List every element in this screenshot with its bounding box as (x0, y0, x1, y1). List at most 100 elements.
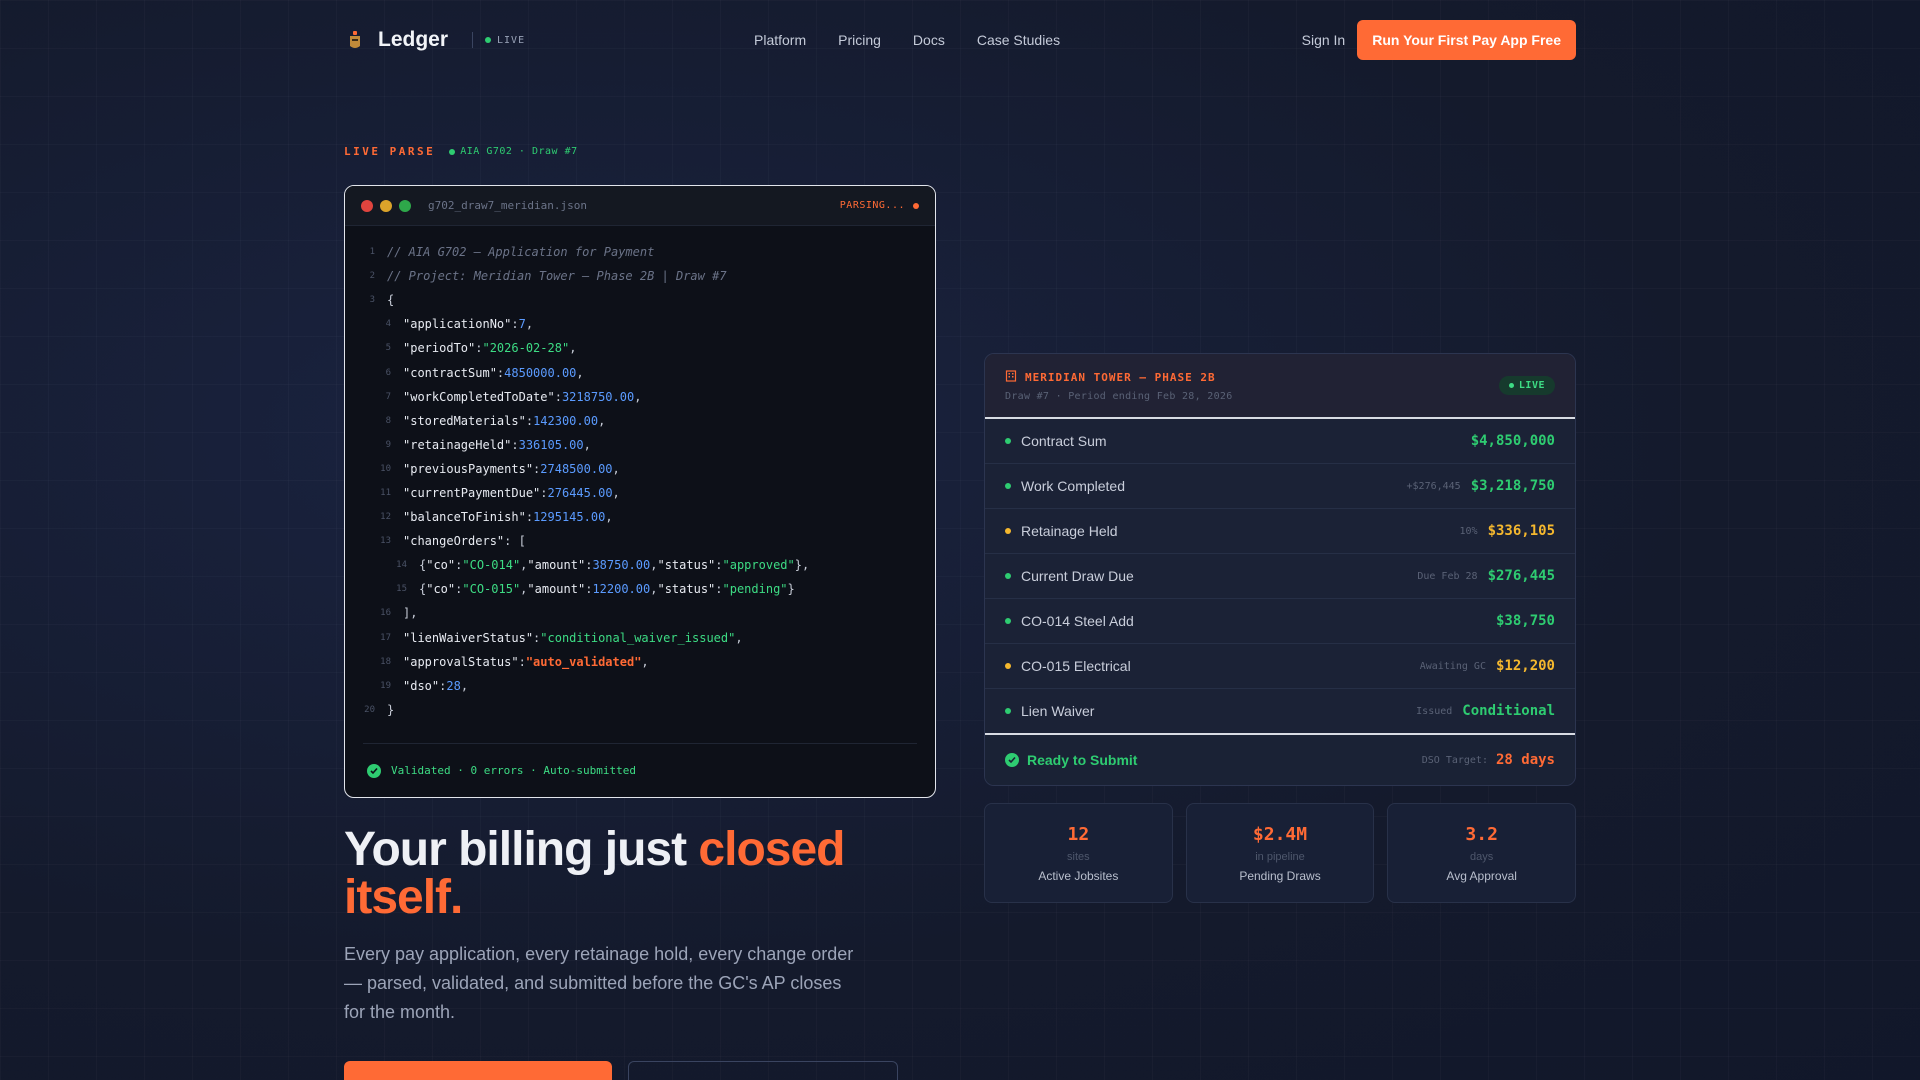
billing-card-footer: Ready to Submit DSO Target: 28 days (985, 733, 1575, 785)
billing-row-label: CO-015 Electrical (1021, 658, 1131, 674)
nav-links: Platform Pricing Docs Case Studies (754, 32, 1060, 48)
brand-name[interactable]: Ledger (378, 28, 448, 52)
code-window: g702_draw7_meridian.json PARSING... 1// … (344, 185, 936, 798)
code-line: 7 "workCompletedToDate":3218750.00, (385, 389, 642, 404)
ledger-logo-icon[interactable] (344, 29, 366, 51)
code-line: 1// AIA G702 — Application for Payment (369, 245, 655, 260)
nav-divider (472, 32, 474, 48)
code-line: 3{ (369, 293, 395, 308)
billing-card-header: MERIDIAN TOWER — PHASE 2B Draw #7 · Peri… (985, 354, 1575, 419)
code-line: 6 "contractSum":4850000.00, (385, 365, 584, 380)
stat-label: Pending Draws (1239, 869, 1321, 883)
billing-row[interactable]: CO-014 Steel Add $38,750 (985, 599, 1575, 644)
nav-link-platform[interactable]: Platform (754, 32, 806, 48)
status-dot-icon (1005, 573, 1011, 579)
code-validation-footer: Validated · 0 errors · Auto-submitted (363, 743, 917, 797)
code-line: 20} (364, 702, 395, 717)
code-line: 18 "approvalStatus": "auto_validated", (380, 654, 649, 669)
billing-row[interactable]: Lien Waiver Issued Conditional (985, 689, 1575, 734)
billing-row-note: Due Feb 28 (1417, 570, 1478, 582)
stat-unit: sites (1067, 851, 1090, 863)
dso-value: 28 days (1495, 752, 1555, 768)
hero-secondary-button[interactable] (628, 1061, 898, 1080)
billing-row-value: $4,850,000 (1470, 433, 1555, 449)
code-body: 1// AIA G702 — Application for Payment 2… (345, 226, 935, 722)
live-dot-icon (485, 37, 492, 43)
code-window-titlebar: g702_draw7_meridian.json PARSING... (345, 186, 935, 226)
billing-row-note: 10% (1459, 525, 1478, 537)
sign-in-link[interactable]: Sign In (1302, 32, 1346, 48)
billing-row[interactable]: Current Draw Due Due Feb 28 $276,445 (985, 554, 1575, 599)
run-pay-app-button[interactable]: Run Your First Pay App Free (1357, 20, 1576, 60)
eyebrow-doc-label: AIA G702 · Draw #7 (460, 146, 578, 157)
code-line: 13 "changeOrders": [ (380, 534, 526, 549)
billing-row-label: CO-014 Steel Add (1021, 613, 1134, 629)
ready-label: Ready to Submit (1027, 752, 1138, 768)
stat-card-jobsites: 12 sites Active Jobsites (984, 803, 1173, 903)
code-line: 14{"co": "CO-014", "amount":38750.00, "stat… (396, 558, 810, 573)
code-line: 19 "dso":28, (380, 678, 469, 693)
code-line: 8 "storedMaterials":142300.00, (385, 413, 606, 428)
billing-row-label: Work Completed (1021, 478, 1126, 494)
minimize-dot-icon[interactable] (380, 199, 392, 212)
billing-row-label: Contract Sum (1021, 433, 1107, 449)
status-dot-icon (1005, 528, 1011, 534)
ready-status: Ready to Submit (1005, 752, 1137, 768)
stat-card-draws: $2.4M in pipeline Pending Draws (1185, 803, 1375, 903)
billing-row-label: Retainage Held (1021, 523, 1118, 539)
eyebrow-doc: AIA G702 · Draw #7 (449, 146, 577, 157)
dso-label: DSO Target: (1421, 754, 1488, 766)
live-parse-label: LIVE PARSE AIA G702 · Draw #7 (344, 145, 578, 158)
live-badge-label: LIVE (1518, 380, 1545, 391)
ready-check-icon (1005, 753, 1019, 767)
stat-label: Avg Approval (1446, 869, 1517, 883)
code-line: 15{"co": "CO-015", "amount":12200.00, "stat… (396, 582, 795, 597)
billing-row-value: $3,218,750 (1470, 478, 1555, 494)
billing-row-label: Lien Waiver (1021, 703, 1095, 719)
live-badge-dot-icon (1508, 383, 1514, 388)
live-label: LIVE (497, 34, 526, 46)
billing-rows: Contract Sum $4,850,000 Work Completed +$27… (985, 419, 1575, 734)
parsing-status: PARSING... (840, 200, 919, 211)
billing-row-value: $12,200 (1495, 658, 1555, 674)
nav-link-docs[interactable]: Docs (913, 32, 945, 48)
eyebrow-title: LIVE PARSE (344, 145, 436, 158)
doc-dot-icon (449, 148, 456, 155)
nav-link-pricing[interactable]: Pricing (838, 32, 881, 48)
stat-number: 3.2 (1465, 824, 1498, 845)
billing-row[interactable]: Work Completed +$276,445 $3,218,750 (985, 464, 1575, 509)
status-dot-icon (1005, 483, 1011, 489)
billing-row[interactable]: Retainage Held 10% $336,105 (985, 509, 1575, 554)
headline-main: Your billing just (344, 823, 699, 876)
billing-row-note: +$276,445 (1406, 480, 1461, 492)
check-circle-icon (367, 763, 381, 778)
stat-unit: days (1470, 851, 1494, 863)
hero-primary-button[interactable] (344, 1061, 612, 1080)
stats-row: 12 sites Active Jobsites $2.4M in pipeli… (984, 803, 1577, 903)
building-icon (1005, 370, 1017, 385)
nav-link-case-studies[interactable]: Case Studies (977, 32, 1060, 48)
stat-unit: in pipeline (1255, 851, 1305, 863)
close-dot-icon[interactable] (361, 199, 373, 212)
parsing-dot-icon (913, 202, 919, 209)
code-line: 2// Project: Meridian Tower — Phase 2B |… (369, 269, 727, 284)
status-dot-icon (1005, 708, 1011, 714)
billing-row[interactable]: CO-015 Electrical Awaiting GC $12,200 (985, 644, 1575, 689)
code-line: 5 "periodTo": "2026-02-28", (385, 341, 577, 356)
billing-card: MERIDIAN TOWER — PHASE 2B Draw #7 · Peri… (984, 353, 1576, 786)
billing-row-note: Issued (1416, 705, 1453, 717)
billing-row[interactable]: Contract Sum $4,850,000 (985, 419, 1575, 464)
maximize-dot-icon[interactable] (399, 199, 411, 212)
hero-headline: Your billing just closed itself. (344, 826, 904, 922)
project-title-text: MERIDIAN TOWER — PHASE 2B (1025, 371, 1216, 384)
parsing-label: PARSING... (839, 200, 905, 211)
billing-row-value: $38,750 (1495, 613, 1555, 629)
billing-row-note: Awaiting GC (1419, 660, 1486, 672)
project-subtitle: Draw #7 · Period ending Feb 28, 2026 (1005, 391, 1233, 402)
stat-number: $2.4M (1252, 824, 1308, 845)
live-status: LIVE (485, 35, 525, 46)
live-badge: LIVE (1498, 376, 1555, 395)
status-dot-icon (1005, 663, 1011, 669)
hero-subtext: Every pay application, every retainage h… (344, 944, 854, 1022)
code-line: 9 "retainageHeld":336105.00, (385, 437, 591, 452)
